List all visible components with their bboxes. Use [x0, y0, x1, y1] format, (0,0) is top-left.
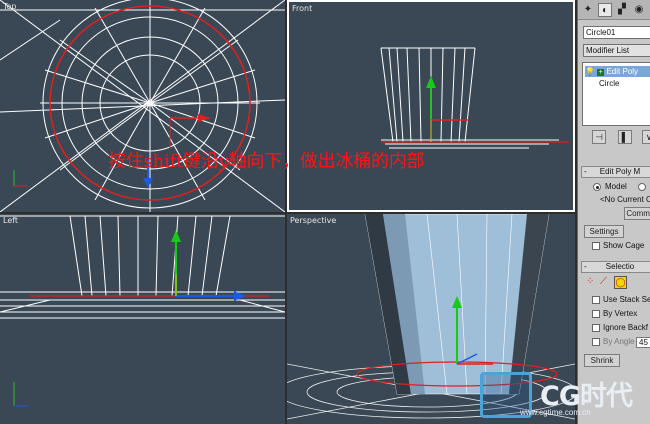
viewport-label-front[interactable]: Front — [292, 4, 312, 13]
by-vertex-label: By Vertex — [603, 309, 638, 318]
settings-button[interactable]: Settings — [584, 225, 624, 238]
viewport-label-top[interactable]: Top — [3, 2, 17, 11]
front-view-wireframe — [380, 47, 569, 149]
viewport-left[interactable]: Left — [0, 214, 285, 424]
commit-button[interactable]: Commi — [624, 207, 650, 220]
border-mode-icon[interactable]: ◯ — [614, 276, 627, 289]
command-panel-tabs: ✦ ◐ ▞ ◉ — [578, 0, 650, 20]
axis-tripod-top — [13, 170, 28, 187]
ignore-backfacing-label: Ignore Backf — [603, 323, 648, 332]
top-view-wireframe — [0, 0, 285, 212]
modifier-stack: 💡 + Edit Poly Circle — [582, 62, 650, 126]
object-name-field[interactable]: Circle01 — [583, 26, 650, 39]
pin-stack-icon[interactable]: ⊣ — [592, 130, 606, 144]
by-angle-spinner[interactable]: 45 — [636, 337, 650, 348]
model-radio-label: Model — [605, 182, 627, 191]
ignore-backfacing-checkbox[interactable] — [592, 324, 600, 332]
animate-radio[interactable] — [638, 183, 646, 191]
left-view-wireframe — [0, 215, 285, 407]
by-vertex-checkbox[interactable] — [592, 310, 600, 318]
motion-tab-icon[interactable]: ◉ — [632, 3, 646, 17]
axis-tripod-left — [13, 382, 28, 407]
no-current-operation-label: <No Current O — [600, 195, 650, 204]
viewport-front[interactable]: Front — [287, 0, 575, 212]
rollout-title: Selectio — [605, 262, 635, 271]
show-cage-label: Show Cage — [603, 241, 645, 250]
edit-poly-rollout-header[interactable]: - Edit Poly M — [581, 166, 650, 178]
stack-item-edit-poly[interactable]: 💡 + Edit Poly — [585, 66, 650, 77]
expand-plus-icon[interactable]: + — [597, 69, 605, 76]
lightbulb-icon[interactable]: 💡 — [585, 67, 595, 76]
selection-rollout-header[interactable]: - Selectio — [581, 261, 650, 273]
tutorial-caption: 按住shift键沿y轴向下，做出冰桶的内部 — [108, 151, 425, 172]
use-stack-selection-label: Use Stack Sel — [603, 295, 650, 304]
create-tab-icon[interactable]: ✦ — [581, 3, 595, 17]
show-cage-checkbox[interactable] — [592, 242, 600, 250]
stack-item-circle[interactable]: Circle — [599, 78, 619, 89]
viewport-label-left[interactable]: Left — [3, 216, 18, 225]
collapse-minus-icon: - — [584, 167, 587, 176]
use-stack-selection-checkbox[interactable] — [592, 296, 600, 304]
logo-url-text: www.cgtime.com.cn — [520, 408, 591, 417]
collapse-minus-icon: - — [584, 262, 587, 271]
viewport-top[interactable]: Top — [0, 0, 285, 212]
command-panel: ✦ ◐ ▞ ◉ Circle01 Modifier List 💡 + Edit … — [577, 0, 650, 424]
model-radio[interactable] — [593, 183, 601, 191]
show-end-result-icon[interactable]: ▌ — [618, 130, 632, 144]
make-unique-icon[interactable]: ∨ — [642, 130, 650, 144]
stack-item-label: Edit Poly — [606, 67, 639, 76]
hierarchy-tab-icon[interactable]: ▞ — [615, 3, 629, 17]
modify-tab-icon[interactable]: ◐ — [598, 3, 612, 17]
rollout-title: Edit Poly M — [599, 167, 641, 176]
vertex-mode-icon[interactable]: ⁘ — [586, 276, 594, 287]
cg-time-logo: CG时代 www.cgtime.com.cn — [478, 372, 648, 424]
shrink-button[interactable]: Shrink — [584, 354, 620, 367]
by-angle-checkbox[interactable] — [592, 338, 600, 346]
stack-tools: ⊣ ▌ ∨ — [582, 130, 650, 146]
viewport-label-perspective[interactable]: Perspective — [290, 216, 336, 225]
by-angle-label: By Angle — [603, 337, 635, 346]
modifier-list-dropdown[interactable]: Modifier List — [583, 44, 650, 57]
edge-mode-icon[interactable]: ⟋ — [600, 276, 607, 287]
subobject-icons: ⁘ ⟋ ◯ — [586, 276, 650, 290]
